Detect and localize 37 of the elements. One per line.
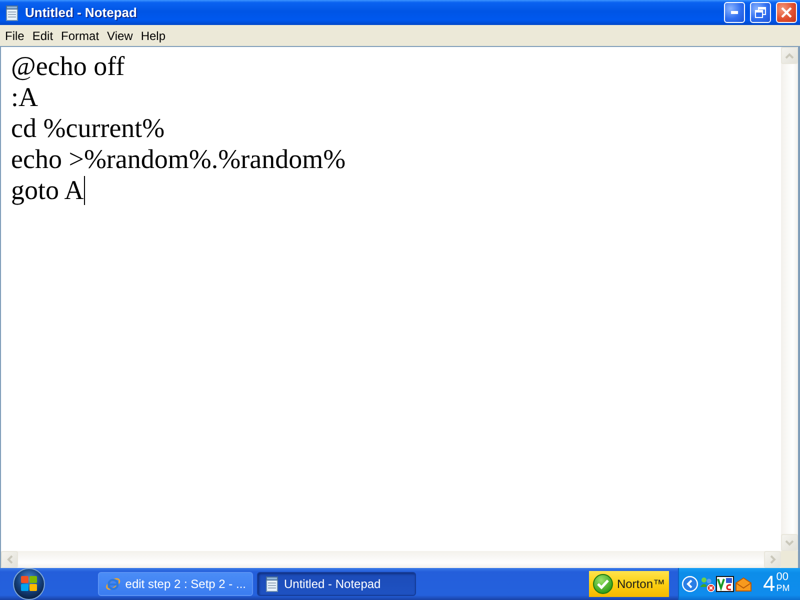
menu-item[interactable]: Edit xyxy=(28,26,58,44)
scrollbar-corner xyxy=(781,551,798,568)
window-title: Untitled - Notepad xyxy=(25,5,138,20)
antivirus-icon[interactable] xyxy=(716,576,734,592)
menu-item[interactable]: Help xyxy=(136,26,170,44)
close-button[interactable] xyxy=(776,2,797,23)
text-line: cd %current% xyxy=(11,113,165,144)
minimize-icon xyxy=(731,11,738,14)
notepad-icon xyxy=(264,576,280,592)
clock-hour: 4 xyxy=(763,572,776,596)
notepad-icon xyxy=(4,4,20,20)
text-line: echo >%random%.%random% xyxy=(11,144,346,175)
chevron-right-icon xyxy=(770,555,776,564)
restore-button[interactable] xyxy=(750,2,771,23)
menu-item[interactable]: Format xyxy=(57,26,104,44)
browser-icon xyxy=(105,575,122,593)
restore-icon xyxy=(755,7,766,18)
chevron-down-icon xyxy=(785,540,794,546)
chevron-left-icon xyxy=(6,555,12,564)
text-line: :A xyxy=(11,82,38,113)
close-icon xyxy=(781,7,792,18)
text-line: goto A xyxy=(11,175,84,206)
text-cursor xyxy=(84,176,85,205)
chevron-left-icon[interactable] xyxy=(682,576,698,592)
network-people-icon[interactable] xyxy=(699,576,715,592)
text-line: @echo off xyxy=(11,51,125,82)
clock-period: PM xyxy=(776,583,790,594)
clock-minutes: 00 xyxy=(776,572,790,583)
taskbar-button[interactable]: Untitled - Notepad xyxy=(257,572,416,596)
minimize-button[interactable] xyxy=(724,2,745,23)
windows-logo-icon xyxy=(11,568,47,600)
menu-item[interactable]: View xyxy=(103,26,137,44)
taskbar-button[interactable]: edit step 2 : Setp 2 - ... xyxy=(98,572,253,596)
checkmark-icon xyxy=(593,574,613,594)
chevron-up-icon xyxy=(785,52,794,58)
menu-item[interactable]: File xyxy=(1,26,28,44)
norton-button[interactable]: Norton™ xyxy=(589,571,669,597)
